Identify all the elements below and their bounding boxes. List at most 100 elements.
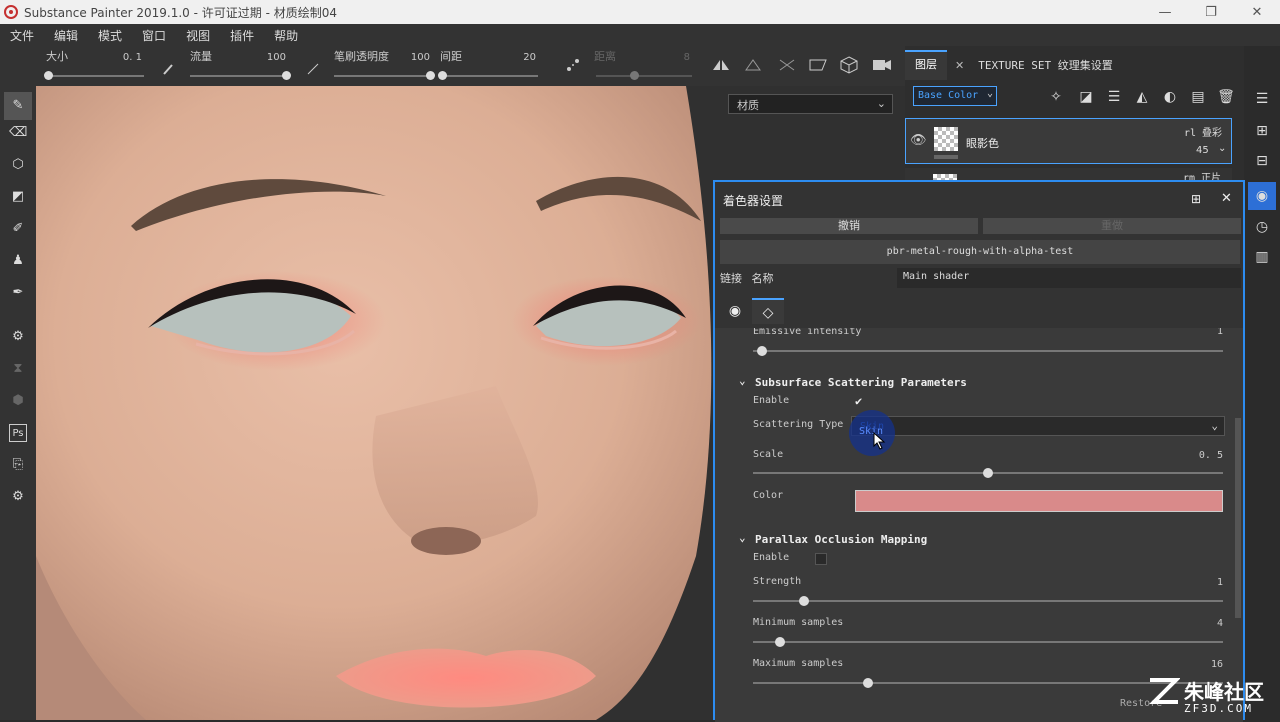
close-button[interactable]: ✕	[1234, 5, 1280, 20]
menu-file[interactable]: 文件	[0, 27, 44, 44]
spacing-value[interactable]: 20	[496, 52, 536, 63]
restore-button[interactable]: ❐	[1188, 5, 1234, 20]
undo-button[interactable]: 撤销	[720, 218, 978, 234]
camera-icon[interactable]	[872, 58, 892, 72]
add-fill-layer-icon[interactable]: ◭	[1133, 88, 1151, 106]
max-samples-slider-handle[interactable]	[863, 678, 873, 688]
emissive-slider[interactable]	[753, 350, 1223, 352]
layer-opacity[interactable]: 45	[1196, 145, 1209, 156]
menu-mode[interactable]: 模式	[88, 27, 132, 44]
add-mask-icon[interactable]: ◐	[1161, 88, 1179, 106]
spacing-slider[interactable]	[442, 75, 538, 77]
history-icon[interactable]: ◷	[1253, 218, 1271, 236]
menu-help[interactable]: 帮助	[264, 27, 308, 44]
chevron-down-icon[interactable]: ⌄	[739, 531, 746, 544]
menu-window[interactable]: 窗口	[132, 27, 176, 44]
settings-gear-icon[interactable]: ⚙	[9, 488, 27, 506]
scattering-type-select[interactable]: Skin ⌄	[851, 416, 1225, 436]
magic-wand-icon[interactable]: ✧	[1047, 88, 1065, 106]
minimize-button[interactable]: —	[1142, 5, 1188, 20]
chevron-down-icon[interactable]: ⌄	[739, 374, 746, 387]
zf-logo-icon	[1149, 678, 1180, 704]
clone-stamp-icon[interactable]: ♟	[9, 252, 27, 270]
pom-section-title[interactable]: Parallax Occlusion Mapping	[755, 533, 927, 546]
flow-slider[interactable]	[190, 75, 286, 77]
link-label[interactable]: 链接	[720, 272, 742, 285]
size-value[interactable]: 0. 1	[102, 52, 142, 63]
projection-tool-icon[interactable]: ⬡	[9, 156, 27, 174]
paint-brush-icon[interactable]: ✎	[4, 92, 32, 120]
layer-row[interactable]: 👁 眼影色 rl 叠彩 45 ⌄	[905, 118, 1232, 164]
sss-enable-checkbox[interactable]: ✔	[855, 394, 862, 408]
tab-layers[interactable]: 图层	[905, 50, 947, 80]
delete-icon[interactable]: 🗑	[1217, 88, 1235, 106]
shader-material-tab-icon[interactable]: ◇	[752, 298, 784, 324]
menu-edit[interactable]: 编辑	[44, 27, 88, 44]
size-slider-handle[interactable]	[44, 71, 53, 80]
menu-view[interactable]: 视图	[176, 27, 220, 44]
smart-material-icon[interactable]: ◪	[1077, 88, 1095, 106]
lazy-mouse-icon[interactable]	[566, 58, 580, 72]
shader-params-tab-icon[interactable]: ◉	[722, 298, 748, 324]
emissive-slider-handle[interactable]	[757, 346, 767, 356]
close-icon[interactable]: ✕	[1221, 191, 1232, 206]
bake-icon[interactable]: ⚙	[9, 328, 27, 346]
strength-value[interactable]: 1	[1165, 577, 1223, 588]
window-title: Substance Painter 2019.1.0 - 许可证过期 - 材质绘…	[24, 5, 338, 20]
export-icon[interactable]: ⎘	[9, 456, 27, 474]
min-samples-value[interactable]: 4	[1165, 618, 1223, 629]
chevron-down-icon[interactable]: ⌄	[1218, 143, 1226, 154]
add-folder-icon[interactable]: ▤	[1189, 88, 1207, 106]
tab-texture-set[interactable]: TEXTURE SET 纹理集设置	[972, 57, 1118, 73]
eye-icon[interactable]: 👁	[910, 133, 927, 148]
chevron-down-icon: ⌄	[1211, 419, 1218, 432]
cube-icon[interactable]	[840, 56, 858, 74]
color-swatch[interactable]	[855, 490, 1223, 512]
dock-icon[interactable]: ⊞	[1191, 192, 1201, 206]
scrollbar[interactable]	[1235, 418, 1241, 618]
opacity-slider[interactable]	[334, 75, 430, 77]
flow-value[interactable]: 100	[246, 52, 286, 63]
channel-select[interactable]: Base Color ⌄	[913, 86, 997, 106]
add-layer-icon[interactable]: ☰	[1105, 88, 1123, 106]
shader-name-input[interactable]: Main shader	[897, 268, 1241, 288]
pom-enable-checkbox[interactable]	[815, 553, 827, 565]
texture-set-icon[interactable]: ⊞	[1253, 122, 1271, 140]
right-dock-bar: ☰ ⊞ ⊟ ▣ ◉ ◷ ▥	[1244, 46, 1280, 720]
sss-section-title[interactable]: Subsurface Scattering Parameters	[755, 376, 967, 389]
opacity-slider-handle[interactable]	[426, 71, 435, 80]
planar-projection-icon[interactable]	[808, 58, 828, 72]
log-icon[interactable]: ▥	[1253, 248, 1271, 266]
spacing-slider-handle[interactable]	[438, 71, 447, 80]
size-slider[interactable]	[48, 75, 144, 77]
opacity-value[interactable]: 100	[390, 52, 430, 63]
material-select[interactable]: 材质 ⌄	[728, 94, 893, 114]
left-toolbar: ✎ ⌫ ⬡ ◩ ✐ ♟ ✒ ⚙ ⧗ ⬢ Ps ⎘ ⚙	[0, 86, 36, 720]
projection-icon[interactable]	[778, 58, 796, 72]
polygon-fill-icon[interactable]: ◩	[9, 188, 27, 206]
min-samples-slider-handle[interactable]	[775, 637, 785, 647]
shader-file-button[interactable]: pbr-metal-rough-with-alpha-test	[720, 240, 1240, 264]
color-picker-icon[interactable]: ✒	[9, 284, 27, 302]
smudge-icon[interactable]: ✐	[9, 220, 27, 238]
distance-slider	[596, 75, 692, 77]
eraser-icon[interactable]: ⌫	[9, 124, 27, 142]
emissive-value[interactable]: 1	[1165, 328, 1223, 337]
flow-slider-handle[interactable]	[282, 71, 291, 80]
shader-settings-icon[interactable]: ◉	[1248, 182, 1276, 210]
symmetry-radial-icon[interactable]	[744, 58, 762, 72]
properties-icon[interactable]: ⊟	[1253, 152, 1271, 170]
layer-name[interactable]: 眼影色	[966, 135, 999, 151]
menu-plugins[interactable]: 插件	[220, 27, 264, 44]
max-samples-value[interactable]: 16	[1165, 659, 1223, 670]
photoshop-icon[interactable]: Ps	[9, 424, 27, 442]
strength-slider[interactable]	[753, 600, 1223, 602]
symmetry-icon[interactable]	[712, 58, 730, 72]
close-icon[interactable]: ✕	[947, 59, 972, 72]
strength-slider-handle[interactable]	[799, 596, 809, 606]
layer-blend-mode[interactable]: rl 叠彩	[1184, 124, 1222, 139]
scale-value[interactable]: 0. 5	[1165, 450, 1223, 461]
min-samples-slider[interactable]	[753, 641, 1223, 643]
scale-slider-handle[interactable]	[983, 468, 993, 478]
layers-dock-icon[interactable]: ☰	[1253, 90, 1271, 108]
